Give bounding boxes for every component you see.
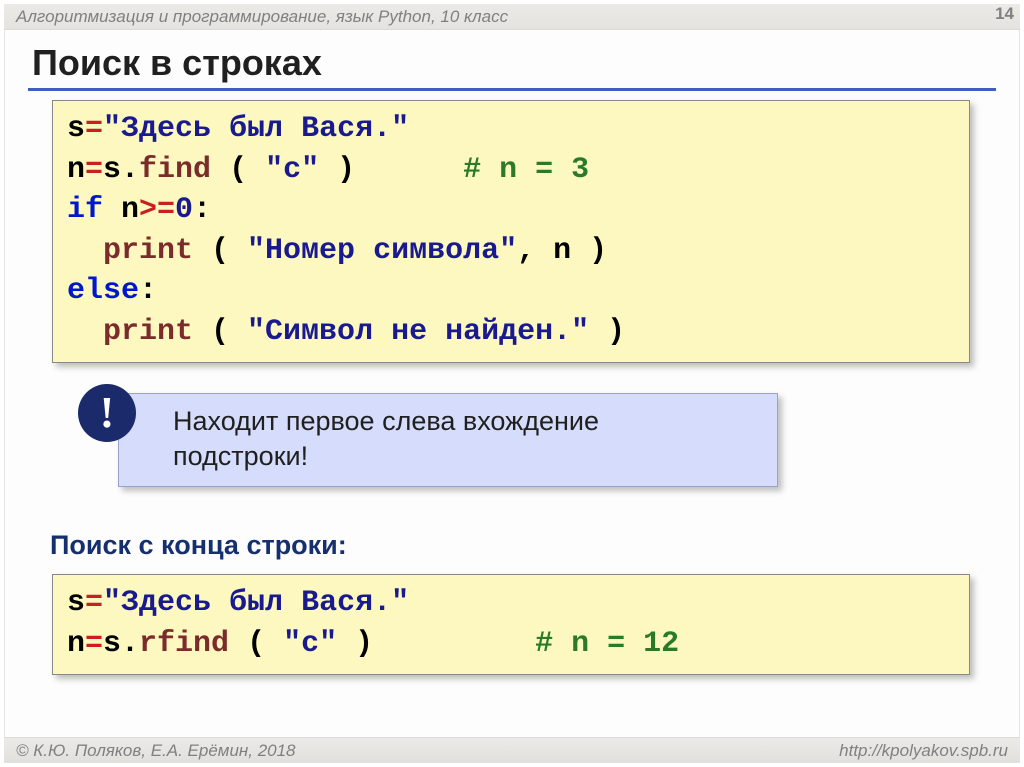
slide-title: Поиск в строках	[32, 42, 322, 84]
code-text: "Здесь был Вася."	[103, 112, 409, 146]
code-text: )	[589, 315, 625, 349]
code-text: rfind	[139, 627, 229, 661]
code-text: (	[211, 153, 265, 187]
code-text: =	[85, 627, 103, 661]
code-text: s.	[103, 153, 139, 187]
code-block-2: s="Здесь был Вася." n=s.rfind ( "с" ) # …	[52, 574, 970, 675]
code-text: print	[103, 234, 193, 268]
code-text	[67, 315, 103, 349]
code-text: "Здесь был Вася."	[103, 586, 409, 620]
code-text: :	[193, 193, 211, 227]
code-text: 0	[175, 193, 193, 227]
footer-url: http://kpolyakov.spb.ru	[839, 741, 1008, 761]
code-text: (	[193, 234, 247, 268]
code-text: )	[337, 627, 535, 661]
code-text: # n = 12	[535, 627, 679, 661]
footer-bar: © К.Ю. Поляков, Е.А. Ерёмин, 2018 http:/…	[4, 737, 1020, 763]
code-text: "Номер символа"	[247, 234, 517, 268]
code-text	[67, 234, 103, 268]
code-text: else	[67, 274, 139, 308]
code-text: if	[67, 193, 103, 227]
exclamation-icon: !	[78, 384, 136, 442]
code-text: =	[85, 153, 103, 187]
code-text: "с"	[283, 627, 337, 661]
code-text: # n = 3	[463, 153, 589, 187]
code-text: n	[67, 627, 85, 661]
code-text: find	[139, 153, 211, 187]
code-text: (	[229, 627, 283, 661]
page-number: 14	[995, 4, 1014, 24]
code-text: print	[103, 315, 193, 349]
code-text: (	[193, 315, 247, 349]
note-line-1: Находит первое слева вхождение	[173, 406, 599, 436]
code-text: "с"	[265, 153, 319, 187]
code-text: n	[67, 153, 85, 187]
code-text: s.	[103, 627, 139, 661]
code-text: )	[319, 153, 463, 187]
code-text: s	[67, 586, 85, 620]
subheading: Поиск с конца строки:	[50, 530, 347, 561]
code-text: s	[67, 112, 85, 146]
code-text: , n )	[517, 234, 607, 268]
code-text: >=	[139, 193, 175, 227]
course-label: Алгоритмизация и программирование, язык …	[16, 7, 508, 27]
note-box: Находит первое слева вхождение подстроки…	[118, 393, 778, 487]
bang-glyph: !	[100, 391, 115, 435]
copyright: © К.Ю. Поляков, Е.А. Ерёмин, 2018	[16, 741, 296, 761]
header-bar: Алгоритмизация и программирование, язык …	[4, 4, 1020, 30]
code-block-1: s="Здесь был Вася." n=s.find ( "с" ) # n…	[52, 100, 970, 363]
code-text: =	[85, 586, 103, 620]
title-underline	[28, 88, 996, 91]
code-text: =	[85, 112, 103, 146]
code-text: n	[103, 193, 139, 227]
code-text: "Символ не найден."	[247, 315, 589, 349]
code-text: :	[139, 274, 157, 308]
note-line-2: подстроки!	[173, 441, 308, 471]
